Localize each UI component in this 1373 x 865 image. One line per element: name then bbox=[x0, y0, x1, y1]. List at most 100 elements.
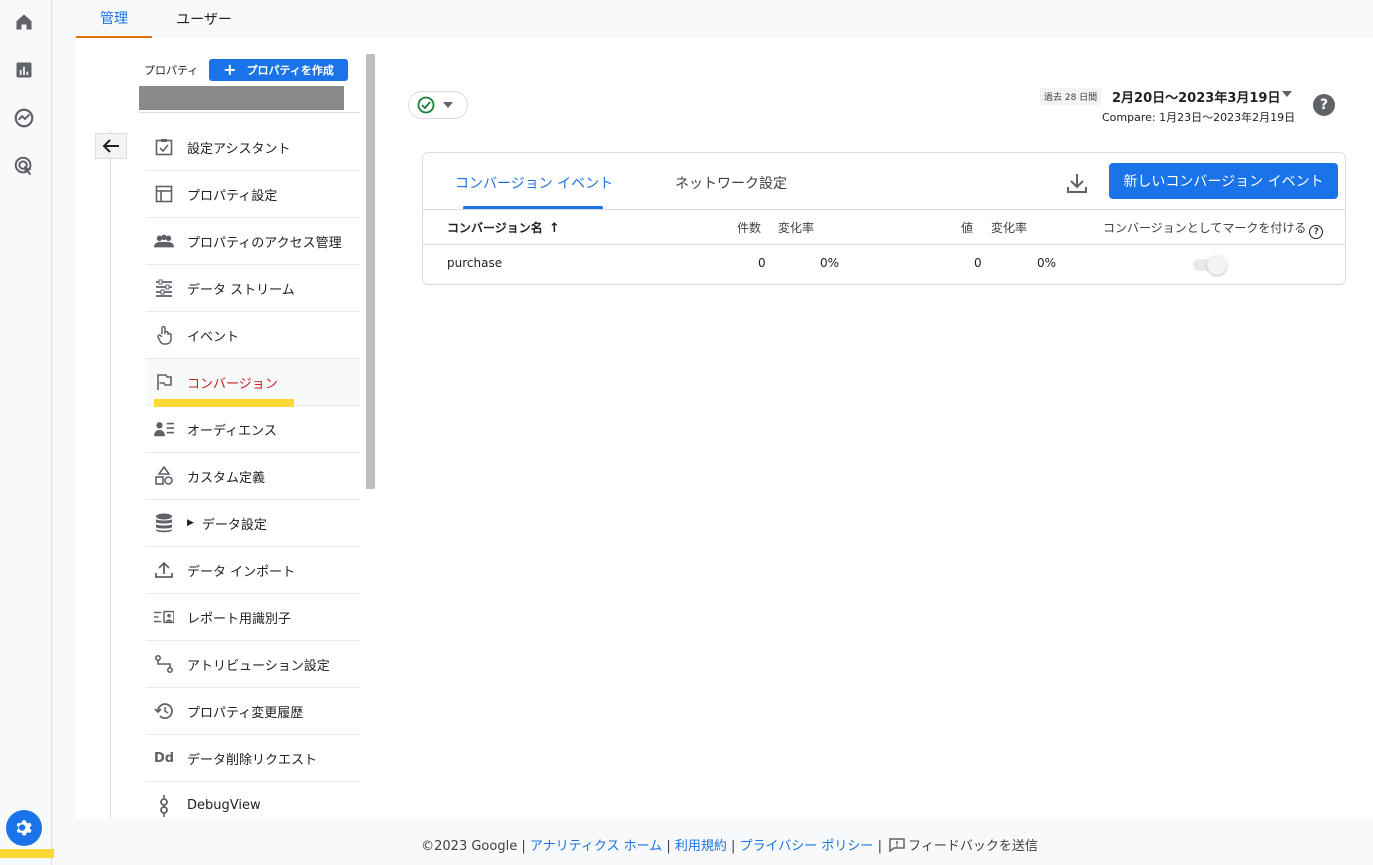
menu-data-import[interactable]: データ インポート bbox=[146, 547, 360, 594]
menu-property-settings[interactable]: プロパティ設定 bbox=[146, 171, 360, 218]
separator: | bbox=[521, 839, 526, 854]
check-circle-icon bbox=[417, 96, 435, 114]
feedback-icon bbox=[889, 838, 905, 853]
cell-value: 0 bbox=[974, 256, 982, 270]
divider bbox=[139, 112, 360, 113]
caret-right-icon[interactable]: ▶ bbox=[187, 518, 194, 528]
property-label: プロパティ bbox=[144, 64, 199, 77]
help-icon[interactable]: ? bbox=[1309, 225, 1324, 239]
header-value[interactable]: 値 bbox=[961, 219, 973, 236]
caret-down-icon bbox=[443, 102, 453, 108]
date-range[interactable]: 2月20日〜2023年3月19日 bbox=[1112, 87, 1280, 106]
people-icon bbox=[154, 231, 174, 251]
header-label: コンバージョン名 bbox=[447, 221, 543, 235]
cell-value-change: 0% bbox=[1037, 256, 1057, 270]
menu-label: データ削除リクエスト bbox=[187, 752, 318, 768]
header-mark-as-conversion: コンバージョンとしてマークを付ける? bbox=[1103, 219, 1324, 239]
arrow-back-icon bbox=[102, 139, 119, 153]
menu-attribution-settings[interactable]: アトリビューション設定 bbox=[146, 641, 360, 688]
menu-debugview[interactable]: DebugView bbox=[146, 782, 360, 829]
feedback-label: フィードバックを送信 bbox=[908, 839, 1038, 854]
header-value-change[interactable]: 変化率 bbox=[991, 219, 1027, 236]
menu-custom-definitions[interactable]: カスタム定義 bbox=[146, 453, 360, 500]
header-label: コンバージョンとしてマークを付ける bbox=[1103, 221, 1307, 235]
menu-label: オーディエンス bbox=[187, 423, 277, 439]
menu-label: 設定アシスタント bbox=[187, 141, 291, 157]
tab-user[interactable]: ユーザー bbox=[166, 0, 242, 38]
scrollbar[interactable] bbox=[366, 54, 375, 489]
create-property-label: プロパティを作成 bbox=[246, 64, 334, 77]
tab-admin[interactable]: 管理 bbox=[76, 0, 152, 38]
nav-rail bbox=[0, 0, 54, 865]
debug-icon bbox=[154, 794, 174, 817]
separator: | bbox=[877, 839, 882, 854]
explore-icon[interactable] bbox=[12, 106, 36, 130]
menu-events[interactable]: イベント bbox=[146, 312, 360, 359]
menu-label: イベント bbox=[187, 329, 240, 345]
advertising-icon[interactable] bbox=[12, 154, 36, 178]
terms-link[interactable]: 利用規約 bbox=[675, 839, 727, 854]
footer: ©2023 Google | アナリティクス ホーム | 利用規約 | プライバ… bbox=[0, 835, 1373, 854]
create-property-button[interactable]: + プロパティを作成 bbox=[209, 59, 348, 81]
property-selector[interactable] bbox=[139, 86, 344, 110]
audience-icon bbox=[154, 419, 174, 439]
menu-data-deletion[interactable]: Dd データ削除リクエスト bbox=[146, 735, 360, 782]
conversion-card: コンバージョン イベント ネットワーク設定 新しいコンバージョン イベント コン… bbox=[422, 152, 1346, 285]
cell-name: purchase bbox=[447, 256, 503, 270]
plus-icon: + bbox=[223, 60, 237, 79]
header-count[interactable]: 件数 bbox=[737, 219, 761, 236]
menu-audiences[interactable]: オーディエンス bbox=[146, 406, 360, 453]
date-preset-badge: 過去 28 日間 bbox=[1040, 88, 1102, 105]
menu-label: プロパティ変更履歴 bbox=[187, 705, 304, 721]
privacy-link[interactable]: プライバシー ポリシー bbox=[740, 839, 874, 854]
tab-conversion-events[interactable]: コンバージョン イベント bbox=[455, 173, 613, 193]
menu-data-streams[interactable]: データ ストリーム bbox=[146, 265, 360, 312]
reports-icon[interactable] bbox=[12, 58, 36, 82]
touch-icon bbox=[154, 325, 174, 345]
data-streams-icon bbox=[154, 278, 174, 298]
menu-data-settings[interactable]: ▶ データ設定 bbox=[146, 500, 360, 547]
menu-label: プロパティ設定 bbox=[187, 188, 278, 204]
compare-range: Compare: 1月23日〜2023年2月19日 bbox=[1102, 111, 1296, 124]
status-dropdown[interactable] bbox=[408, 91, 468, 119]
menu-reporting-identity[interactable]: レポート用識別子 bbox=[146, 594, 360, 641]
menu-label: データ ストリーム bbox=[187, 282, 295, 298]
menu-change-history[interactable]: プロパティ変更履歴 bbox=[146, 688, 360, 735]
new-conversion-event-button[interactable]: 新しいコンバージョン イベント bbox=[1109, 163, 1338, 199]
feedback-button[interactable]: フィードバックを送信 bbox=[886, 838, 1038, 854]
history-icon bbox=[154, 701, 174, 721]
menu-label: データ インポート bbox=[187, 564, 296, 580]
tab-network-settings[interactable]: ネットワーク設定 bbox=[675, 173, 787, 193]
sidebar-divider bbox=[110, 130, 111, 819]
flag-icon bbox=[154, 372, 174, 392]
menu-access-management[interactable]: プロパティのアクセス管理 bbox=[146, 218, 360, 265]
identifier-icon bbox=[154, 607, 174, 627]
divider bbox=[423, 209, 1345, 210]
property-settings-icon bbox=[154, 184, 174, 204]
shapes-icon bbox=[154, 466, 174, 486]
download-icon[interactable] bbox=[1065, 171, 1089, 195]
dd-icon: Dd bbox=[153, 750, 175, 766]
back-button[interactable] bbox=[95, 133, 127, 159]
menu-label: カスタム定義 bbox=[187, 470, 266, 486]
menu-label: レポート用識別子 bbox=[187, 611, 292, 627]
copyright: ©2023 Google bbox=[421, 839, 518, 854]
header-conversion-name[interactable]: コンバージョン名 ↑ bbox=[447, 219, 560, 236]
analytics-home-link[interactable]: アナリティクス ホーム bbox=[530, 839, 662, 854]
caret-down-icon[interactable] bbox=[1282, 91, 1292, 97]
menu-setup-assistant[interactable]: 設定アシスタント bbox=[146, 124, 360, 171]
menu-label: コンバージョン bbox=[187, 376, 278, 392]
cell-count-change: 0% bbox=[820, 256, 840, 270]
help-icon[interactable]: ? bbox=[1313, 94, 1335, 116]
header-count-change[interactable]: 変化率 bbox=[778, 219, 814, 236]
top-tabs bbox=[52, 0, 1373, 38]
separator: | bbox=[731, 839, 736, 854]
attribution-icon bbox=[154, 654, 174, 674]
divider bbox=[423, 244, 1345, 245]
toggle-knob[interactable] bbox=[1207, 255, 1227, 275]
database-icon bbox=[154, 513, 174, 533]
separator: | bbox=[666, 839, 671, 854]
home-icon[interactable] bbox=[12, 10, 36, 34]
menu-label: プロパティのアクセス管理 bbox=[187, 235, 342, 251]
cell-count: 0 bbox=[758, 256, 766, 270]
